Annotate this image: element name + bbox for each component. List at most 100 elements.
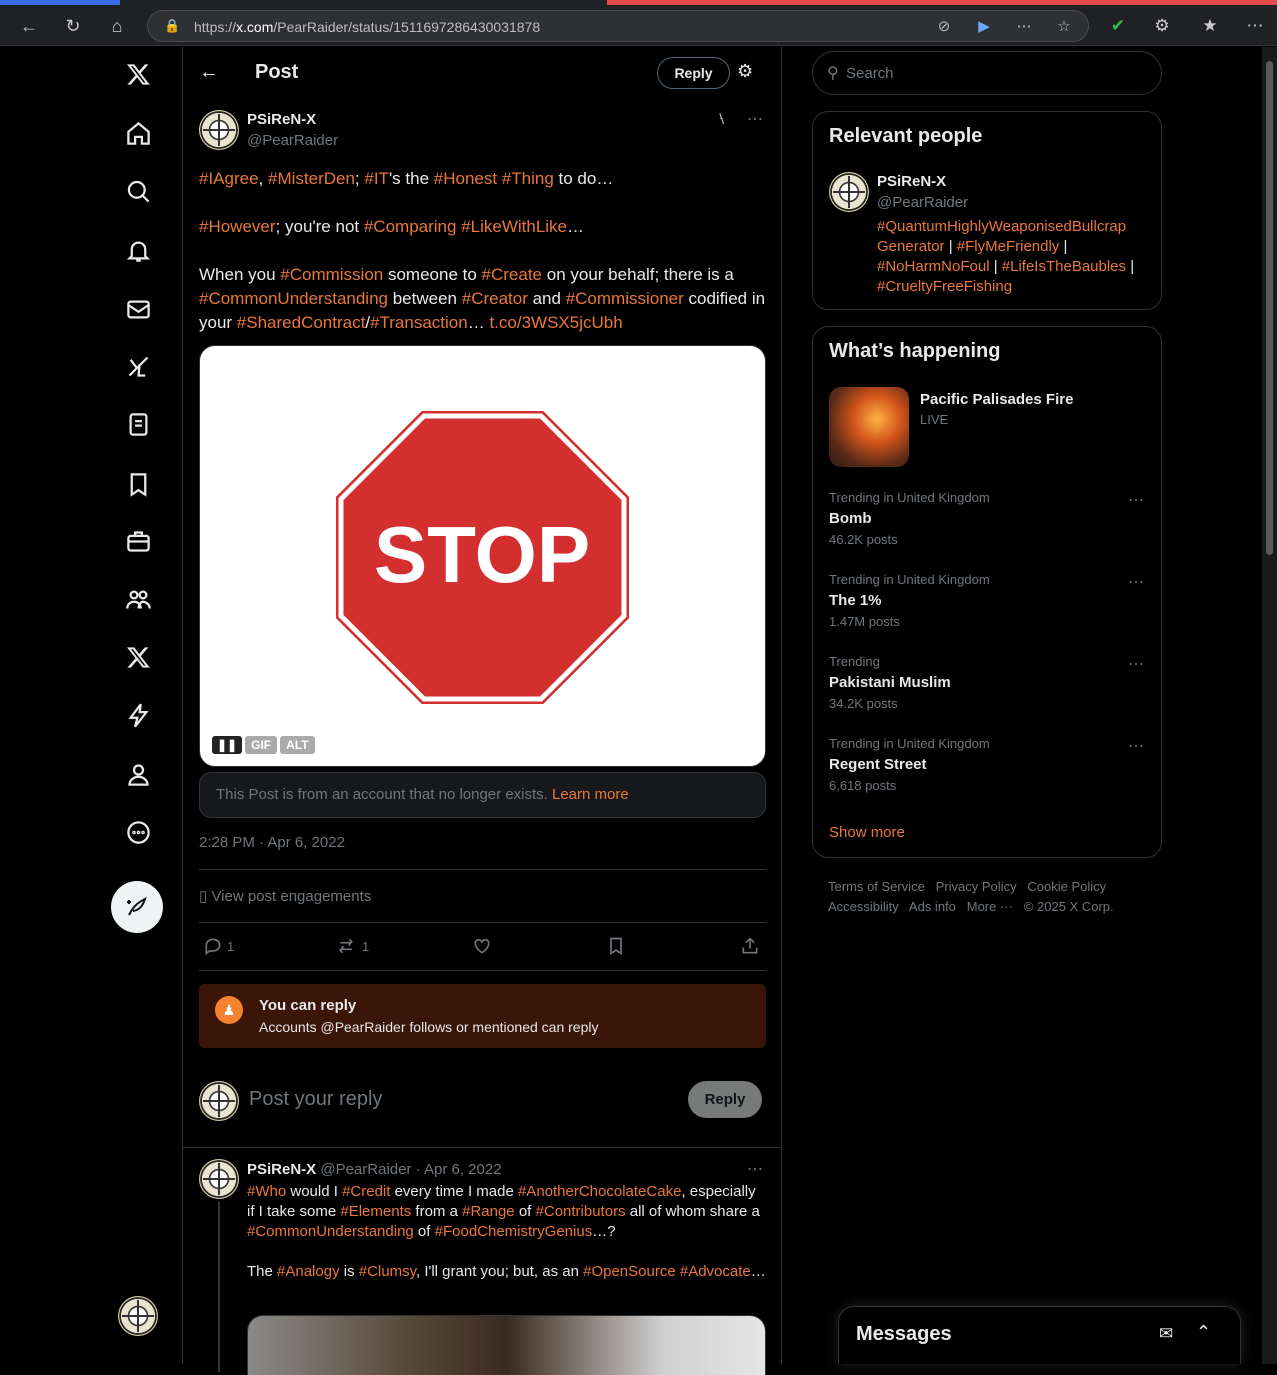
lists-icon[interactable] [110, 396, 166, 452]
hashtag-link[interactable]: #Advocate [680, 1263, 751, 1280]
hashtag-link[interactable]: #Thing [502, 169, 554, 188]
hashtag-link[interactable]: #Honest [434, 169, 497, 188]
hashtag-link[interactable]: #Creator [462, 289, 528, 308]
hashtag-link[interactable]: #Analogy [277, 1263, 340, 1280]
reply-submit-button[interactable]: Reply [688, 1081, 762, 1118]
hashtag-link[interactable]: #Commission [280, 265, 383, 284]
hashtag-link[interactable]: #SharedContract [237, 313, 366, 332]
trend-item[interactable]: Trending in United Kingdom The 1% 1.47M po… [813, 569, 1161, 649]
featured-trend-title[interactable]: Pacific Palisades Fire [920, 391, 1073, 408]
verified-orgs-lightning-icon[interactable] [110, 687, 166, 743]
hashtag-link[interactable]: #LikeWithLike [461, 217, 567, 236]
privacy-link[interactable]: Privacy Policy [936, 879, 1017, 894]
reply-more-icon[interactable]: ⋯ [747, 1159, 763, 1179]
hashtag-link[interactable]: #Comparing [364, 217, 457, 236]
like-action[interactable] [472, 934, 492, 958]
scrollbar[interactable] [1262, 47, 1277, 1364]
scrollbar-thumb[interactable] [1266, 61, 1273, 555]
hashtag-link[interactable]: t.co/3WSX5jcUbh [489, 313, 622, 332]
expand-chevron-icon[interactable]: ⌃ [1196, 1322, 1211, 1343]
trend-more-icon[interactable]: ⋯ [1128, 490, 1145, 510]
notifications-bell-icon[interactable] [110, 222, 166, 278]
trend-item[interactable]: Trending in United Kingdom Bomb 46.2K post… [813, 487, 1161, 567]
extensions-icon[interactable]: ⚙ [1150, 14, 1174, 38]
bookmarks-icon[interactable] [110, 456, 166, 512]
address-bar[interactable]: 🔒 https://x.com/PearRaider/status/151169… [147, 10, 1089, 42]
hashtag-link[interactable]: #CrueltyFreeFishing [877, 278, 1012, 295]
relevant-person-name[interactable]: PSiReN-X [877, 173, 946, 190]
hashtag-link[interactable]: #FlyMeFriendly [957, 238, 1060, 255]
terms-link[interactable]: Terms of Service [828, 879, 925, 894]
trend-item[interactable]: Trending Pakistani Muslim 34.2K posts ⋯ [813, 651, 1161, 731]
author-name[interactable]: PSiReN-X [247, 111, 316, 128]
hashtag-link[interactable]: #Elements [340, 1203, 411, 1220]
back-arrow-icon[interactable]: ← [199, 61, 219, 84]
home-nav-icon[interactable] [110, 105, 166, 161]
reply-action[interactable]: 1 [203, 934, 234, 958]
reply-author-avatar[interactable] [199, 1159, 239, 1199]
reply-author-handle[interactable]: @PearRaider [320, 1161, 411, 1178]
grok-explain-icon[interactable]: ⧷ [719, 111, 724, 129]
more-circle-icon[interactable] [110, 804, 166, 860]
back-icon[interactable]: ← [17, 14, 41, 38]
author-avatar[interactable] [199, 110, 239, 150]
hashtag-link[interactable]: #LifeIsTheBaubles [1002, 258, 1126, 275]
hashtag-link[interactable]: #Transaction [370, 313, 468, 332]
ads-info-link[interactable]: Ads info [909, 899, 956, 914]
hashtag-link[interactable]: #Clumsy [359, 1263, 416, 1280]
bookmark-action[interactable] [606, 934, 626, 958]
hashtag-link[interactable]: #CommonUnderstanding [247, 1223, 414, 1240]
reply-media-image[interactable] [247, 1315, 766, 1375]
hashtag-link[interactable]: #AnotherChocolateCake [518, 1183, 681, 1200]
hashtag-link[interactable]: #FoodChemistryGenius [435, 1223, 593, 1240]
browser-menu-icon[interactable]: ⋯ [1243, 14, 1267, 38]
checkmark-extension-icon[interactable]: ✔ [1106, 14, 1130, 38]
hashtag-link[interactable]: #Commissioner [566, 289, 684, 308]
trend-more-icon[interactable]: ⋯ [1128, 736, 1145, 756]
header-reply-button[interactable]: Reply [657, 57, 730, 89]
pause-icon[interactable]: ❚❚ [212, 736, 243, 754]
tracking-prevention-icon[interactable]: ⊘ [934, 17, 954, 37]
hashtag-link[interactable]: #However [199, 217, 276, 236]
share-action[interactable] [740, 934, 760, 958]
search-input[interactable]: Search [846, 65, 894, 82]
hashtag-link[interactable]: #Range [462, 1203, 515, 1220]
post-timestamp[interactable]: 2:28 PM · Apr 6, 2022 [199, 834, 345, 851]
messages-envelope-icon[interactable] [110, 281, 166, 337]
relevant-person-handle[interactable]: @PearRaider [877, 194, 968, 211]
hashtag-link[interactable]: #IAgree [199, 169, 259, 188]
hashtag-link[interactable]: #OpenSource [583, 1263, 676, 1280]
hashtag-link[interactable]: #CommonUnderstanding [199, 289, 388, 308]
trend-more-icon[interactable]: ⋯ [1128, 654, 1145, 674]
relevant-person-avatar[interactable] [829, 172, 869, 212]
view-engagements-link[interactable]: ▯ View post engagements [199, 887, 371, 905]
post-media-gif[interactable]: STOP ❚❚ GIF ALT [199, 345, 766, 767]
post-more-icon[interactable]: ⋯ [747, 109, 763, 129]
trend-more-icon[interactable]: ⋯ [1128, 572, 1145, 592]
learn-more-link[interactable]: Learn more [552, 786, 629, 803]
reply-composer-input[interactable]: Post your reply [249, 1088, 382, 1111]
hashtag-link[interactable]: #IT [364, 169, 389, 188]
hashtag-link[interactable]: #NoHarmNoFoul [877, 258, 990, 275]
grok-icon[interactable] [110, 338, 166, 394]
trend-item[interactable]: Trending in United Kingdom Regent Street 6… [813, 733, 1161, 813]
show-more-link[interactable]: Show more [829, 824, 905, 841]
hashtag-link[interactable]: #MisterDen [268, 169, 355, 188]
search-box[interactable]: ⚲ Search [812, 51, 1162, 95]
new-message-icon[interactable]: ✉ [1159, 1324, 1173, 1344]
reply-date[interactable]: Apr 6, 2022 [424, 1161, 502, 1178]
messages-drawer[interactable]: Messages ✉ ⌃ [838, 1306, 1241, 1364]
extensions-status-icon[interactable]: ⋯ [1014, 17, 1034, 37]
author-handle[interactable]: @PearRaider [247, 132, 338, 149]
x-logo-icon[interactable] [110, 46, 166, 102]
accessibility-link[interactable]: Accessibility [828, 899, 899, 914]
hashtag-link[interactable]: #Credit [342, 1183, 390, 1200]
repost-action[interactable]: 1 [336, 934, 369, 958]
hashtag-link[interactable]: #Who [247, 1183, 286, 1200]
premium-x-icon[interactable] [110, 629, 166, 685]
reply-settings-icon[interactable]: ⚙ [737, 61, 753, 82]
compose-post-button[interactable] [111, 881, 163, 933]
explore-search-icon[interactable] [110, 163, 166, 219]
hashtag-link[interactable]: #Contributors [536, 1203, 626, 1220]
hashtag-link[interactable]: #Create [482, 265, 542, 284]
